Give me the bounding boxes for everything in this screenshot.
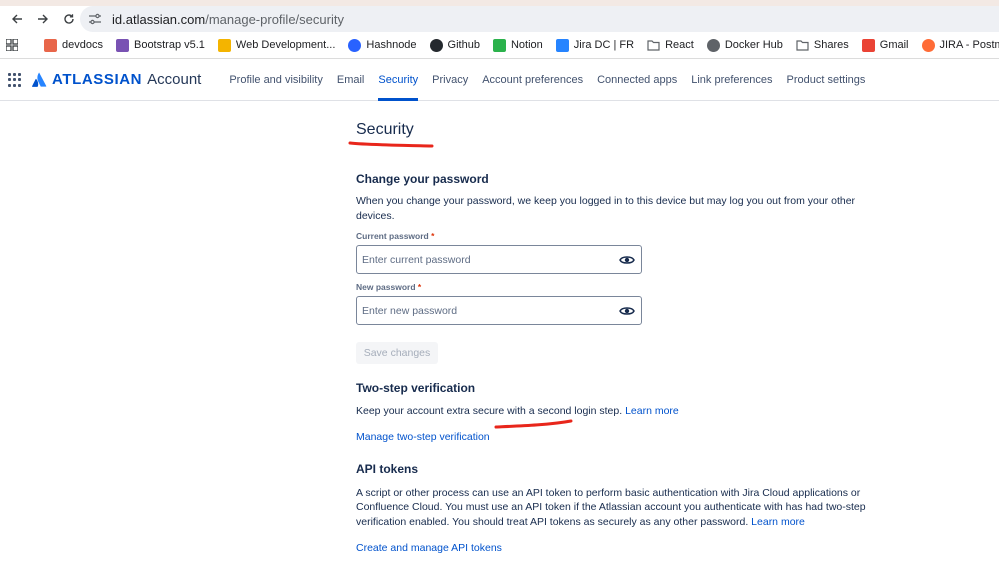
bookmarks-bar: devdocs Bootstrap v5.1 Web Development... H…	[0, 32, 999, 59]
bookmark-label: Notion	[510, 39, 543, 51]
folder-icon	[647, 39, 660, 52]
hashnode-icon	[348, 38, 362, 52]
bookmark-item[interactable]: JIRA - Postman AP...	[921, 38, 999, 52]
docker-icon	[706, 38, 720, 52]
tab-security[interactable]: Security	[371, 59, 425, 101]
create-api-tokens-link[interactable]: Create and manage API tokens	[356, 542, 502, 554]
two-step-learn-more-link[interactable]: Learn more	[625, 405, 679, 417]
page-title: Security	[356, 121, 414, 138]
current-password-field[interactable]: Enter current password	[356, 245, 642, 274]
bookmark-label: Hashnode	[366, 39, 417, 51]
app-switcher-icon[interactable]	[8, 72, 24, 88]
brand-product: Account	[147, 71, 202, 88]
tab-email[interactable]: Email	[330, 59, 372, 101]
url-host: id.atlassian.com	[112, 11, 206, 27]
tab-connected-apps[interactable]: Connected apps	[590, 59, 684, 101]
bootstrap-icon	[115, 38, 129, 52]
bookmark-item[interactable]: Gmail	[861, 38, 909, 52]
atlassian-logo-icon	[32, 72, 47, 87]
bookmark-label: Github	[447, 39, 480, 51]
bookmark-item[interactable]: Hashnode	[348, 38, 417, 52]
eye-icon[interactable]	[619, 254, 635, 266]
arrow-left-icon	[12, 14, 22, 24]
tab-product-settings[interactable]: Product settings	[780, 59, 873, 101]
manage-two-step-link[interactable]: Manage two-step verification	[356, 431, 490, 443]
url-path: /manage-profile/security	[205, 11, 344, 27]
bookmark-label: React	[665, 39, 694, 51]
forward-button[interactable]	[30, 6, 56, 32]
bookmark-item[interactable]: Docker Hub	[706, 38, 783, 52]
brand-name: ATLASSIAN	[52, 71, 143, 88]
jira-icon	[555, 38, 569, 52]
reload-icon	[64, 14, 74, 24]
api-tokens-heading: API tokens	[356, 461, 419, 476]
tab-link-preferences[interactable]: Link preferences	[684, 59, 779, 101]
new-password-placeholder: Enter new password	[362, 304, 458, 317]
current-password-placeholder: Enter current password	[362, 253, 471, 266]
address-bar[interactable]: id.atlassian.com/manage-profile/security	[80, 6, 999, 32]
bookmark-item[interactable]: Shares	[796, 39, 849, 52]
web-dev-icon	[217, 38, 231, 52]
save-changes-button[interactable]: Save changes	[356, 342, 438, 364]
tab-account-preferences[interactable]: Account preferences	[475, 59, 590, 101]
gmail-icon	[861, 38, 875, 52]
reload-button[interactable]	[56, 6, 82, 32]
red-underline-annotation	[494, 419, 573, 428]
profile-nav: Profile and visibility Email Security Priva…	[222, 59, 872, 101]
bookmark-item[interactable]: Jira DC | FR	[555, 38, 635, 52]
tab-profile-and-visibility[interactable]: Profile and visibility	[222, 59, 330, 101]
bookmark-label: JIRA - Postman AP...	[939, 39, 999, 51]
postman-icon	[921, 38, 935, 52]
atlassian-account-logo[interactable]: ATLASSIAN Account	[32, 71, 201, 88]
tab-privacy[interactable]: Privacy	[425, 59, 475, 101]
bookmark-item[interactable]: devdocs	[44, 38, 103, 52]
api-tokens-description: A script or other process can use an API…	[356, 486, 866, 528]
current-password-label: Current password *	[356, 231, 435, 241]
two-step-heading: Two-step verification	[356, 381, 476, 395]
notion-icon	[492, 38, 506, 52]
apps-grid-icon[interactable]	[6, 39, 18, 51]
two-step-description: Keep your account extra secure with a se…	[356, 405, 679, 417]
bookmark-item[interactable]: Github	[429, 38, 480, 52]
bookmark-label: Bootstrap v5.1	[133, 39, 205, 51]
red-underline-annotation	[348, 141, 434, 148]
eye-icon[interactable]	[619, 305, 635, 317]
security-page: Security Change your password When you c…	[348, 101, 876, 556]
bookmark-item[interactable]: React	[647, 39, 694, 52]
browser-toolbar: id.atlassian.com/manage-profile/security	[0, 6, 999, 32]
bookmark-label: devdocs	[62, 39, 103, 51]
change-password-description: When you change your password, we keep y…	[356, 195, 856, 222]
devdocs-icon	[44, 38, 57, 52]
new-password-label: New password *	[356, 282, 422, 292]
bookmark-label: Shares	[813, 39, 849, 51]
bookmark-item[interactable]: Web Development...	[217, 38, 336, 52]
bookmark-label: Web Development...	[235, 39, 336, 51]
bookmark-item[interactable]: Bootstrap v5.1	[115, 38, 205, 52]
bookmark-label: Gmail	[879, 39, 909, 51]
atlassian-header: ATLASSIAN Account Profile and visibility…	[0, 59, 999, 101]
arrow-right-icon	[38, 14, 48, 24]
api-tokens-learn-more-link[interactable]: Learn more	[751, 516, 805, 528]
bookmark-label: Jira DC | FR	[573, 39, 635, 51]
new-password-field[interactable]: Enter new password	[356, 296, 642, 325]
folder-icon	[796, 39, 809, 52]
bookmark-label: Docker Hub	[724, 39, 783, 51]
github-icon	[429, 38, 443, 52]
change-password-heading: Change your password	[356, 172, 489, 186]
site-settings-icon[interactable]	[88, 13, 106, 25]
bookmark-item[interactable]: Notion	[492, 38, 543, 52]
back-button[interactable]	[4, 6, 30, 32]
